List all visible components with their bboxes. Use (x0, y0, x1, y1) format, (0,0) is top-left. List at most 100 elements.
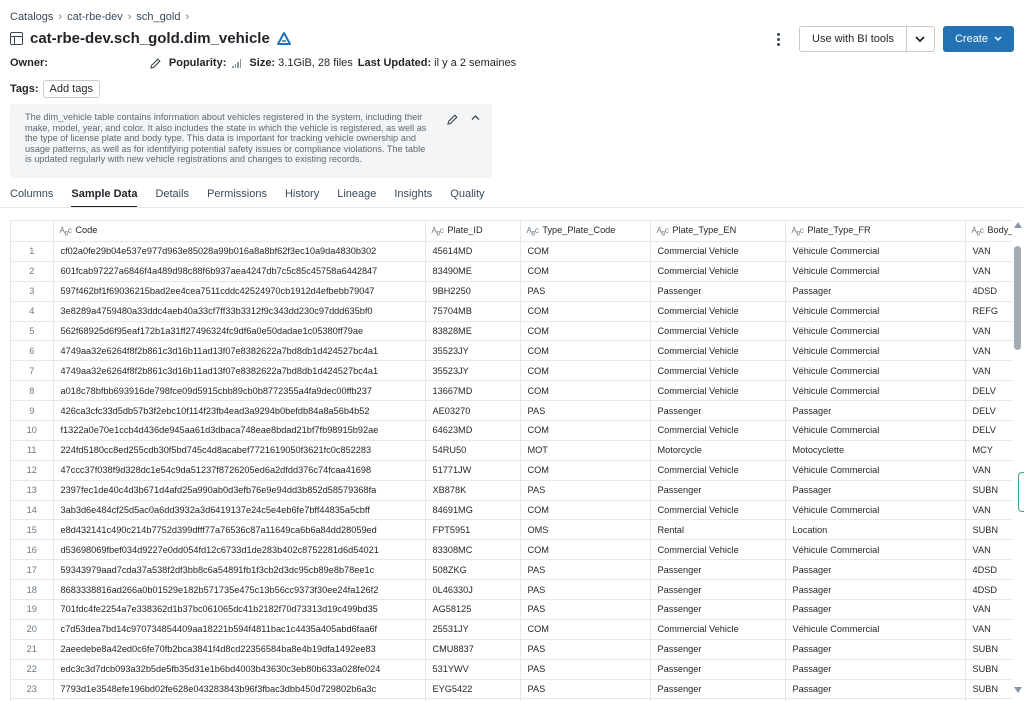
tab-permissions[interactable]: Permissions (207, 188, 267, 208)
cell-plate-type-fr[interactable]: Passager (785, 639, 966, 660)
vertical-scrollbar[interactable] (1012, 220, 1024, 701)
cell-body-type[interactable]: VAN (965, 340, 1012, 362)
cell-type-plate-code[interactable]: COM (520, 241, 651, 262)
cell-code[interactable]: 597f462bf1f69036215bad2ee4cea7511cddc425… (53, 281, 426, 302)
table-row[interactable]: 21 2aeedebe8a42ed0c6fe70fb2bca3841f4d8cd2… (11, 639, 1012, 660)
cell-plate-type-en[interactable]: Passenger (650, 281, 786, 302)
table-row[interactable]: 10 f1322a0e70e1ccb4d436de945aa61d3dbaca74… (11, 420, 1012, 441)
cell-type-plate-code[interactable]: COM (520, 380, 651, 402)
cell-plate-id[interactable]: 0L46330J (425, 579, 521, 601)
cell-type-plate-code[interactable]: COM (520, 460, 651, 481)
cell-plate-type-en[interactable]: Passenger (650, 599, 786, 620)
cell-plate-type-en[interactable]: Commercial Vehicle (650, 380, 786, 402)
cell-plate-id[interactable]: 75704MB (425, 301, 521, 322)
cell-plate-type-en[interactable]: Passenger (650, 659, 786, 680)
cell-plate-id[interactable]: FPT5951 (425, 519, 521, 541)
table-row[interactable]: 14 3ab3d6e484cf25d5ac0a6dd3932a3d6419137e… (11, 500, 1012, 521)
table-row[interactable]: 13 2397fec1de40c4d3b671d4afd25a990ab0d3ef… (11, 480, 1012, 501)
cell-plate-type-en[interactable]: Commercial Vehicle (650, 360, 786, 382)
cell-plate-id[interactable]: 83308MC (425, 539, 521, 561)
cell-code[interactable]: f1322a0e70e1ccb4d436de945aa61d3dbaca748e… (53, 420, 426, 441)
cell-body-type[interactable]: 4DSD (965, 281, 1012, 302)
table-row[interactable]: 20 c7d53dea7bd14c970734854409aa18221b594f… (11, 619, 1012, 640)
scroll-down-icon[interactable] (1014, 687, 1022, 693)
cell-body-type[interactable]: SUBN (965, 639, 1012, 660)
cell-code[interactable]: 426ca3cfc33d5db57b3f2ebc10f114f23fb4ead3… (53, 400, 426, 422)
cell-code[interactable]: 701fdc4fe2254a7e338362d1b37bc061065dc41b… (53, 599, 426, 620)
tab-quality[interactable]: Quality (450, 188, 484, 208)
cell-plate-id[interactable]: 25531JY (425, 619, 521, 640)
cell-code[interactable]: e8d432141c490c214b7752d399dfff77a76536c8… (53, 519, 426, 541)
table-row[interactable]: 12 47ccc37f038f9d328dc1e54c9da51237f87262… (11, 460, 1012, 481)
table-row[interactable]: 3 597f462bf1f69036215bad2ee4cea7511cddc42… (11, 281, 1012, 302)
cell-body-type[interactable]: DELV (965, 420, 1012, 441)
scrollbar-thumb[interactable] (1014, 246, 1021, 350)
cell-body-type[interactable]: VAN (965, 241, 1012, 262)
cell-plate-type-fr[interactable]: Véhicule Commercial (785, 360, 966, 382)
tab-history[interactable]: History (285, 188, 319, 208)
cell-plate-id[interactable]: 508ZKG (425, 559, 521, 581)
cell-code[interactable]: c7d53dea7bd14c970734854409aa18221b594f48… (53, 619, 426, 640)
cell-plate-type-fr[interactable]: Passager (785, 559, 966, 581)
breadcrumb-schema[interactable]: sch_gold (136, 11, 180, 23)
cell-plate-id[interactable]: AE03270 (425, 400, 521, 422)
cell-plate-type-fr[interactable]: Véhicule Commercial (785, 261, 966, 282)
cell-type-plate-code[interactable]: COM (520, 500, 651, 521)
cell-type-plate-code[interactable]: COM (520, 261, 651, 282)
cell-code[interactable]: 2aeedebe8a42ed0c6fe70fb2bca3841f4d8cd223… (53, 639, 426, 660)
cell-code[interactable]: 59343979aad7cda37a538f2df3bb8c6a54891fb1… (53, 559, 426, 581)
column-header-plate-type-fr[interactable]: ABc Plate_Type_FR (785, 220, 966, 242)
cell-plate-id[interactable]: 35523JY (425, 340, 521, 362)
cell-plate-type-fr[interactable]: Véhicule Commercial (785, 241, 966, 262)
cell-plate-type-en[interactable]: Commercial Vehicle (650, 261, 786, 282)
cell-type-plate-code[interactable]: PAS (520, 480, 651, 501)
column-header-plate-type-en[interactable]: ABc Plate_Type_EN (650, 220, 786, 242)
cell-code[interactable]: 562f68925d6f95eaf172b1a31ff27496324fc9df… (53, 321, 426, 342)
cell-body-type[interactable]: SUBN (965, 659, 1012, 680)
cell-type-plate-code[interactable]: COM (520, 619, 651, 640)
cell-code[interactable]: 47ccc37f038f9d328dc1e54c9da51237f8726205… (53, 460, 426, 481)
cell-body-type[interactable]: VAN (965, 460, 1012, 481)
cell-plate-type-en[interactable]: Passenger (650, 679, 786, 700)
cell-plate-type-en[interactable]: Commercial Vehicle (650, 420, 786, 441)
cell-plate-id[interactable]: 84691MG (425, 500, 521, 521)
table-row[interactable]: 4 3e8289a4759480a33ddc4aeb40a33cf7ff33b33… (11, 301, 1012, 322)
cell-plate-type-en[interactable]: Commercial Vehicle (650, 619, 786, 640)
cell-plate-id[interactable]: 83828ME (425, 321, 521, 342)
cell-plate-type-fr[interactable]: Passager (785, 599, 966, 620)
cell-plate-id[interactable]: XB878K (425, 480, 521, 501)
table-row[interactable]: 7 4749aa32e6264f8f2b861c3d16b11ad13f07e83… (11, 360, 1012, 382)
cell-plate-id[interactable]: AG58125 (425, 599, 521, 620)
scroll-up-icon[interactable] (1014, 222, 1022, 228)
cell-code[interactable]: 4749aa32e6264f8f2b861c3d16b11ad13f07e838… (53, 360, 426, 382)
cell-type-plate-code[interactable]: OMS (520, 519, 651, 541)
cell-body-type[interactable]: 4DSD (965, 579, 1012, 601)
tab-lineage[interactable]: Lineage (337, 188, 376, 208)
column-header-plate-id[interactable]: ABc Plate_ID (425, 220, 521, 242)
table-row[interactable]: 1 cf02a0fe29b04e537e977d963e85028a99b016a… (11, 241, 1012, 262)
cell-type-plate-code[interactable]: PAS (520, 281, 651, 302)
cell-plate-type-fr[interactable]: Véhicule Commercial (785, 539, 966, 561)
cell-plate-type-fr[interactable]: Véhicule Commercial (785, 380, 966, 402)
breadcrumb-catalog[interactable]: cat-rbe-dev (67, 11, 123, 23)
cell-body-type[interactable]: VAN (965, 599, 1012, 620)
cell-plate-id[interactable]: CMU8837 (425, 639, 521, 660)
cell-plate-id[interactable]: 51771JW (425, 460, 521, 481)
cell-plate-id[interactable]: 9BH2250 (425, 281, 521, 302)
table-row[interactable]: 19 701fdc4fe2254a7e338362d1b37bc061065dc4… (11, 599, 1012, 620)
cell-plate-id[interactable]: EYG5422 (425, 679, 521, 700)
tab-columns[interactable]: Columns (10, 188, 53, 208)
column-header-body-type[interactable]: ABcBody_Ty (965, 220, 1012, 242)
bi-tools-dropdown-button[interactable] (906, 26, 935, 52)
cell-plate-type-en[interactable]: Commercial Vehicle (650, 460, 786, 481)
cell-body-type[interactable]: SUBN (965, 679, 1012, 700)
table-row[interactable]: 18 8683338816ad266a0b01529e182b571735e475… (11, 579, 1012, 601)
cell-type-plate-code[interactable]: PAS (520, 659, 651, 680)
cell-type-plate-code[interactable]: COM (520, 420, 651, 441)
cell-body-type[interactable]: VAN (965, 321, 1012, 342)
cell-plate-type-fr[interactable]: Passager (785, 400, 966, 422)
cell-plate-type-en[interactable]: Passenger (650, 639, 786, 660)
edit-description-icon[interactable] (447, 114, 458, 125)
cell-plate-type-fr[interactable]: Passager (785, 579, 966, 601)
cell-plate-type-en[interactable]: Commercial Vehicle (650, 301, 786, 322)
